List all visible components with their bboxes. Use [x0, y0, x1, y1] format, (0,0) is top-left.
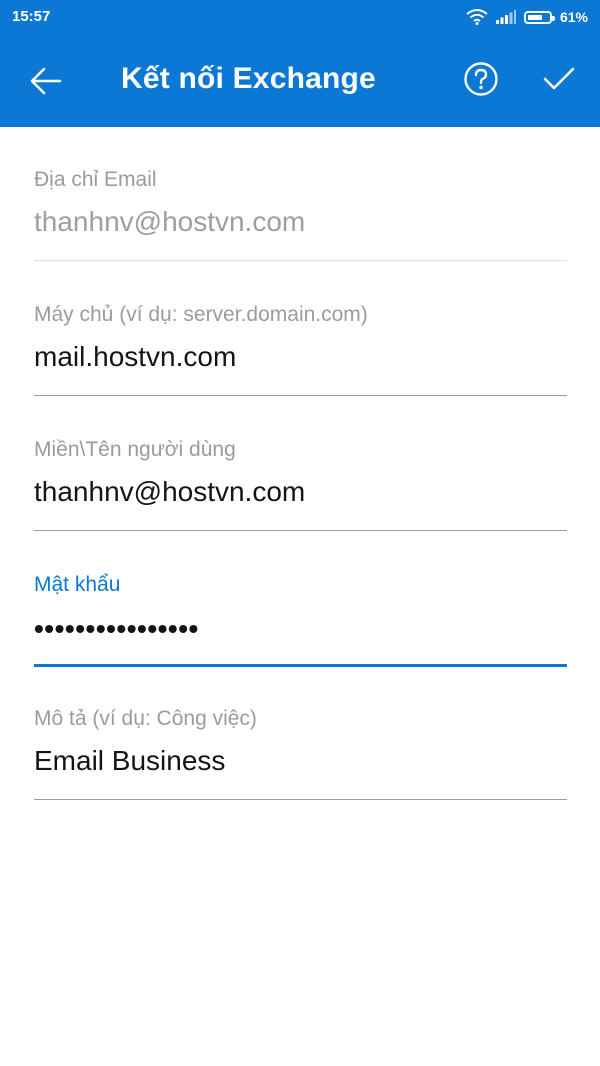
server-input[interactable]: mail.hostvn.com [34, 341, 236, 373]
server-underline [34, 395, 567, 396]
checkmark-icon [543, 67, 575, 90]
password-underline [34, 664, 567, 667]
back-arrow-icon [30, 67, 62, 95]
app-bar: 15:57 61% Kết nối Exchange [0, 0, 600, 127]
toolbar: Kết nối Exchange [0, 34, 600, 127]
password-field[interactable]: Mật khẩu •••••••••••••••• [34, 573, 567, 669]
confirm-button[interactable] [534, 54, 584, 104]
email-label: Địa chỉ Email [34, 168, 157, 191]
username-input[interactable]: thanhnv@hostvn.com [34, 476, 305, 508]
username-label: Miền\Tên người dùng [34, 438, 236, 461]
battery-percent: 61% [559, 9, 588, 25]
server-label: Máy chủ (ví dụ: server.domain.com) [34, 303, 368, 326]
status-icons: 61% [466, 7, 588, 27]
password-label: Mật khẩu [34, 573, 121, 596]
email-value: thanhnv@hostvn.com [34, 206, 306, 237]
email-field: Địa chỉ Email thanhnv@hostvn.com [34, 168, 567, 262]
page-title: Kết nối Exchange [121, 62, 376, 95]
wifi-icon [466, 9, 488, 25]
help-button[interactable] [456, 54, 506, 104]
status-time: 15:57 [12, 8, 51, 25]
description-label: Mô tả (ví dụ: Công việc) [34, 707, 257, 730]
help-icon [464, 62, 498, 96]
username-field[interactable]: Miền\Tên người dùng thanhnv@hostvn.com [34, 438, 567, 532]
description-underline [34, 799, 567, 800]
description-field[interactable]: Mô tả (ví dụ: Công việc) Email Business [34, 707, 567, 801]
battery-icon [523, 10, 555, 24]
description-input[interactable]: Email Business [34, 745, 225, 777]
password-input[interactable]: •••••••••••••••• [34, 613, 199, 645]
server-field[interactable]: Máy chủ (ví dụ: server.domain.com) mail.… [34, 303, 567, 397]
status-bar: 15:57 61% [0, 0, 600, 34]
back-button[interactable] [18, 56, 74, 106]
signal-icon [495, 10, 516, 24]
username-underline [34, 530, 567, 531]
email-underline [34, 260, 567, 261]
